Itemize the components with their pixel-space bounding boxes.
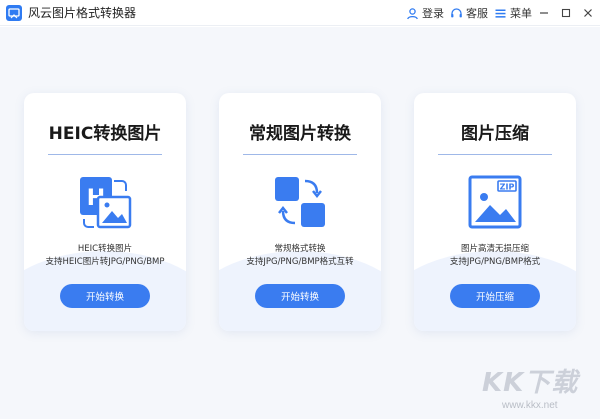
card-image-compress[interactable]: 图片压缩 ZIP 图片高清无损压缩 支持JPG/PNG/BMP格式 开始压缩 bbox=[414, 93, 576, 331]
title-bar: 风云图片格式转换器 登录 客服 菜单 bbox=[0, 0, 600, 26]
heic-image-icon: H bbox=[74, 171, 136, 233]
card-description: 图片高清无损压缩 支持JPG/PNG/BMP格式 bbox=[414, 243, 576, 269]
close-icon bbox=[584, 9, 592, 17]
headset-icon bbox=[451, 7, 462, 17]
watermark-url: www.kkx.net bbox=[502, 400, 558, 411]
customer-service-button[interactable]: 客服 bbox=[450, 5, 488, 21]
menu-button[interactable]: 菜单 bbox=[494, 5, 532, 21]
card-heic-convert[interactable]: HEIC转换图片 H HEIC转换图片 支持HEIC图片转JPG/PNG/BMP… bbox=[24, 93, 186, 331]
minimize-icon bbox=[540, 12, 548, 14]
card-desc-line2: 支持JPG/PNG/BMP格式互转 bbox=[246, 257, 354, 267]
start-convert-button[interactable]: 开始转换 bbox=[255, 284, 345, 308]
maximize-icon bbox=[561, 8, 571, 18]
card-desc-line1: 常规格式转换 bbox=[274, 244, 326, 254]
card-title: HEIC转换图片 bbox=[48, 124, 162, 144]
app-title: 风云图片格式转换器 bbox=[28, 6, 137, 20]
start-compress-button[interactable]: 开始压缩 bbox=[450, 284, 540, 308]
card-description: HEIC转换图片 支持HEIC图片转JPG/PNG/BMP bbox=[24, 243, 186, 269]
card-desc-line2: 支持HEIC图片转JPG/PNG/BMP bbox=[45, 257, 165, 267]
svg-text:ZIP: ZIP bbox=[500, 183, 515, 192]
start-convert-button[interactable]: 开始转换 bbox=[60, 284, 150, 308]
login-button[interactable]: 登录 bbox=[406, 5, 444, 21]
user-icon bbox=[407, 7, 418, 19]
app-logo-icon bbox=[6, 5, 22, 21]
watermark-main: KK下载 bbox=[482, 368, 579, 398]
login-label: 登录 bbox=[422, 7, 444, 20]
menu-label: 菜单 bbox=[510, 7, 532, 20]
card-divider bbox=[438, 154, 552, 155]
minimize-button[interactable] bbox=[534, 3, 554, 23]
service-label: 客服 bbox=[466, 7, 488, 20]
card-divider bbox=[48, 154, 162, 155]
convert-squares-icon bbox=[269, 171, 331, 233]
card-desc-line1: HEIC转换图片 bbox=[77, 244, 133, 254]
menu-icon bbox=[495, 9, 506, 18]
main-area: HEIC转换图片 H HEIC转换图片 支持HEIC图片转JPG/PNG/BMP… bbox=[0, 27, 600, 419]
watermark: KK下载 www.kkx.net bbox=[478, 362, 598, 416]
close-button[interactable] bbox=[578, 3, 598, 23]
card-desc-line1: 图片高清无损压缩 bbox=[460, 244, 529, 254]
card-regular-convert[interactable]: 常规图片转换 常规格式转换 支持JPG/PNG/BMP格式互转 开始转换 bbox=[219, 93, 381, 331]
maximize-button[interactable] bbox=[556, 3, 576, 23]
zip-image-icon: ZIP bbox=[464, 171, 526, 233]
card-description: 常规格式转换 支持JPG/PNG/BMP格式互转 bbox=[219, 243, 381, 269]
card-desc-line2: 支持JPG/PNG/BMP格式 bbox=[449, 257, 541, 267]
card-title: 常规图片转换 bbox=[249, 124, 351, 144]
card-divider bbox=[243, 154, 357, 155]
card-title: 图片压缩 bbox=[461, 124, 529, 144]
